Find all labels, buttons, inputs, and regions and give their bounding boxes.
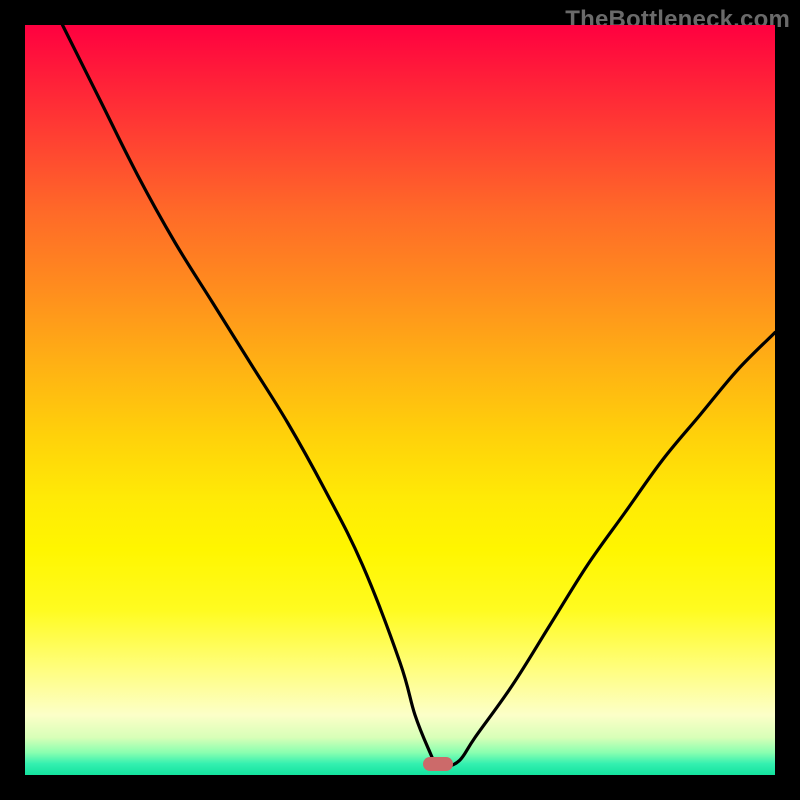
plot-area	[25, 25, 775, 775]
chart-frame: TheBottleneck.com	[0, 0, 800, 800]
minimum-marker	[423, 757, 453, 771]
bottleneck-curve	[25, 25, 775, 775]
